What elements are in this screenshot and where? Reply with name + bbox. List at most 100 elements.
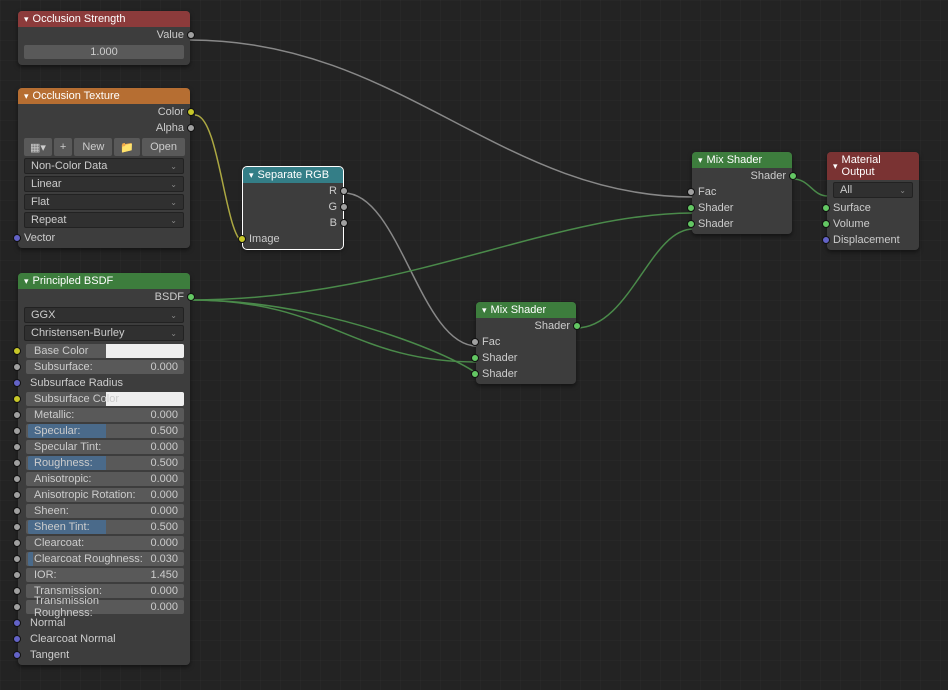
- collapse-icon[interactable]: ▾: [833, 161, 838, 172]
- socket-in-image[interactable]: [238, 235, 246, 243]
- collapse-icon[interactable]: ▾: [24, 276, 29, 287]
- node-header[interactable]: ▾ Mix Shader: [692, 152, 792, 168]
- socket-in-clearcoatroughness[interactable]: [13, 555, 21, 563]
- collapse-icon[interactable]: ▾: [24, 91, 29, 102]
- colorspace-dropdown[interactable]: Non-Color Data⌄: [24, 158, 184, 174]
- property-subsurfaceradius[interactable]: Subsurface Radius: [18, 375, 184, 391]
- property-sheentint[interactable]: Sheen Tint:0.500: [18, 519, 184, 535]
- property-anisotropicrotation[interactable]: Anisotropic Rotation:0.000: [18, 487, 184, 503]
- socket-in-fac[interactable]: [687, 188, 695, 196]
- color-swatch[interactable]: [106, 344, 184, 358]
- node-header[interactable]: ▾ Occlusion Texture: [18, 88, 190, 104]
- property-transmissionroughness[interactable]: Transmission Roughness:0.000: [18, 599, 184, 615]
- socket-out-alpha[interactable]: [187, 124, 195, 132]
- socket-in-anisotropicrotation[interactable]: [13, 491, 21, 499]
- socket-in-fac[interactable]: [471, 338, 479, 346]
- property-subsurfacecolor[interactable]: Subsurface Color: [18, 391, 184, 407]
- socket-in-subsurface[interactable]: [13, 363, 21, 371]
- socket-in-transmission[interactable]: [13, 587, 21, 595]
- node-title: Principled BSDF: [33, 275, 114, 287]
- property-roughness[interactable]: Roughness:0.500: [18, 455, 184, 471]
- open-icon-button[interactable]: 📁: [114, 138, 140, 156]
- property-sheen[interactable]: Sheen:0.000: [18, 503, 184, 519]
- node-header[interactable]: ▾ Separate RGB: [243, 167, 343, 183]
- property-tangent[interactable]: Tangent: [18, 647, 184, 663]
- collapse-icon[interactable]: ▾: [24, 14, 29, 25]
- interpolation-dropdown[interactable]: Linear⌄: [24, 176, 184, 192]
- socket-in-transmissionroughness[interactable]: [13, 603, 21, 611]
- new-button[interactable]: New: [74, 138, 112, 156]
- distribution-dropdown[interactable]: GGX⌄: [24, 307, 184, 323]
- subsurface-method-dropdown[interactable]: Christensen-Burley⌄: [24, 325, 184, 341]
- input-volume: Volume: [827, 216, 919, 232]
- add-button[interactable]: +: [54, 138, 72, 156]
- socket-in-volume[interactable]: [822, 220, 830, 228]
- socket-in-tangent[interactable]: [13, 651, 21, 659]
- node-material-output[interactable]: ▾ Material Output All⌄ Surface Volume Di…: [827, 152, 919, 250]
- output-shader: Shader: [476, 318, 576, 334]
- property-speculartint[interactable]: Specular Tint:0.000: [18, 439, 184, 455]
- open-button[interactable]: Open: [142, 138, 185, 156]
- property-metallic[interactable]: Metallic:0.000: [18, 407, 184, 423]
- node-header[interactable]: ▾ Principled BSDF: [18, 273, 190, 289]
- socket-out-value[interactable]: [187, 31, 195, 39]
- node-mix-shader-2[interactable]: ▾ Mix Shader Shader Fac Shader Shader: [692, 152, 792, 234]
- node-header[interactable]: ▾ Occlusion Strength: [18, 11, 190, 27]
- socket-out-color[interactable]: [187, 108, 195, 116]
- input-fac: Fac: [476, 334, 576, 350]
- projection-dropdown[interactable]: Flat⌄: [24, 194, 184, 210]
- node-occlusion-strength[interactable]: ▾ Occlusion Strength Value 1.000: [18, 11, 190, 65]
- image-browse-button[interactable]: ▦▾: [24, 138, 52, 156]
- socket-in-shader[interactable]: [687, 204, 695, 212]
- property-clearcoat[interactable]: Clearcoat:0.000: [18, 535, 184, 551]
- socket-out-g[interactable]: [340, 203, 348, 211]
- socket-in-surface[interactable]: [822, 204, 830, 212]
- input-fac: Fac: [692, 184, 792, 200]
- socket-in-subsurfaceradius[interactable]: [13, 379, 21, 387]
- property-specular[interactable]: Specular:0.500: [18, 423, 184, 439]
- socket-out-r[interactable]: [340, 187, 348, 195]
- target-dropdown[interactable]: All⌄: [833, 182, 913, 198]
- value-slider[interactable]: 1.000: [24, 45, 184, 59]
- property-subsurface[interactable]: Subsurface:0.000: [18, 359, 184, 375]
- extension-dropdown[interactable]: Repeat⌄: [24, 212, 184, 228]
- collapse-icon[interactable]: ▾: [482, 305, 487, 316]
- socket-in-ior[interactable]: [13, 571, 21, 579]
- socket-in-normal[interactable]: [13, 619, 21, 627]
- socket-in-sheentint[interactable]: [13, 523, 21, 531]
- node-occlusion-texture[interactable]: ▾ Occlusion Texture Color Alpha ▦▾ + New…: [18, 88, 190, 248]
- socket-out-shader[interactable]: [573, 322, 581, 330]
- socket-in-vector[interactable]: [13, 234, 21, 242]
- collapse-icon[interactable]: ▾: [249, 170, 254, 181]
- socket-out-shader[interactable]: [789, 172, 797, 180]
- socket-in-sheen[interactable]: [13, 507, 21, 515]
- node-header[interactable]: ▾ Mix Shader: [476, 302, 576, 318]
- property-anisotropic[interactable]: Anisotropic:0.000: [18, 471, 184, 487]
- node-principled-bsdf[interactable]: ▾ Principled BSDF BSDF GGX⌄ Christensen-…: [18, 273, 190, 665]
- socket-out-bsdf[interactable]: [187, 293, 195, 301]
- socket-in-shader[interactable]: [471, 370, 479, 378]
- socket-in-clearcoatnormal[interactable]: [13, 635, 21, 643]
- collapse-icon[interactable]: ▾: [698, 155, 703, 166]
- node-header[interactable]: ▾ Material Output: [827, 152, 919, 180]
- socket-in-shader[interactable]: [687, 220, 695, 228]
- property-ior[interactable]: IOR:1.450: [18, 567, 184, 583]
- socket-in-roughness[interactable]: [13, 459, 21, 467]
- socket-in-metallic[interactable]: [13, 411, 21, 419]
- socket-in-clearcoat[interactable]: [13, 539, 21, 547]
- socket-in-basecolor[interactable]: [13, 347, 21, 355]
- socket-in-displacement[interactable]: [822, 236, 830, 244]
- socket-in-shader[interactable]: [471, 354, 479, 362]
- property-basecolor[interactable]: Base Color: [18, 343, 184, 359]
- node-separate-rgb[interactable]: ▾ Separate RGB R G B Image: [243, 167, 343, 249]
- socket-in-anisotropic[interactable]: [13, 475, 21, 483]
- socket-in-specular[interactable]: [13, 427, 21, 435]
- node-mix-shader-1[interactable]: ▾ Mix Shader Shader Fac Shader Shader: [476, 302, 576, 384]
- socket-in-speculartint[interactable]: [13, 443, 21, 451]
- node-title: Material Output: [842, 154, 913, 178]
- property-clearcoatroughness[interactable]: Clearcoat Roughness:0.030: [18, 551, 184, 567]
- property-clearcoatnormal[interactable]: Clearcoat Normal: [18, 631, 184, 647]
- socket-out-b[interactable]: [340, 219, 348, 227]
- socket-in-subsurfacecolor[interactable]: [13, 395, 21, 403]
- input-displacement: Displacement: [827, 232, 919, 248]
